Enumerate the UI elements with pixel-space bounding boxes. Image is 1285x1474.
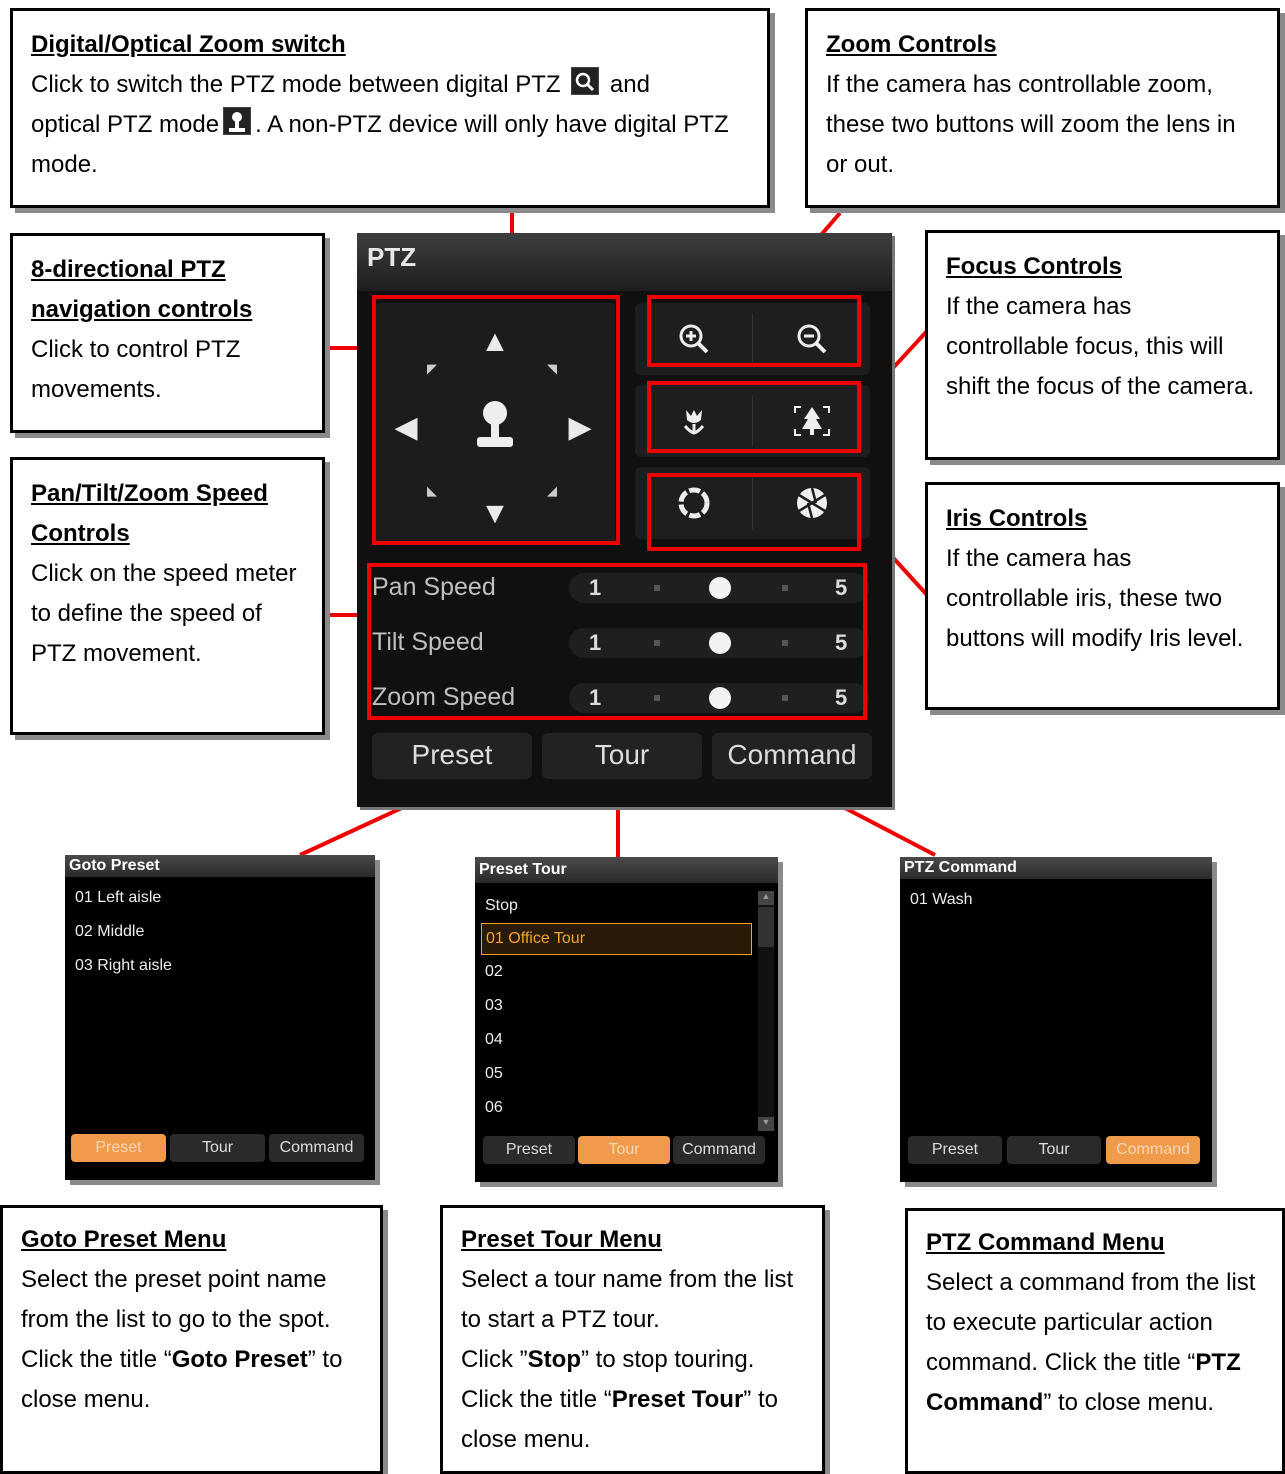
tour-tab-button[interactable]: Tour <box>542 733 702 779</box>
command-tab[interactable]: Command <box>673 1136 765 1164</box>
callout-title: Goto Preset Menu <box>21 1226 227 1253</box>
preset-tab[interactable]: Preset <box>908 1136 1002 1164</box>
preset-tab[interactable]: Preset <box>71 1134 166 1162</box>
callout-title: Preset Tour Menu <box>461 1226 662 1253</box>
ptz-command-menu: PTZ Command 01 Wash Preset Tour Command <box>900 857 1212 1182</box>
callout-title: Digital/Optical Zoom switch <box>31 31 346 58</box>
command-tab[interactable]: Command <box>1106 1136 1200 1164</box>
menu-title[interactable]: PTZ Command <box>900 857 1212 879</box>
callout-title: PTZ Command Menu <box>926 1229 1165 1256</box>
menu-title[interactable]: Preset Tour <box>475 857 778 883</box>
callout-text: optical PTZ mode <box>31 111 220 138</box>
callout-focus-controls: Focus Controls If the camera has control… <box>925 230 1280 460</box>
callout-ptz-command: PTZ Command Menu Select a command from t… <box>905 1208 1285 1474</box>
preset-tour-menu: Preset Tour Stop 01 Office Tour 02 03 04… <box>475 857 778 1182</box>
callout-text: If the camera has controllable focus, th… <box>946 293 1255 400</box>
callout-text: If the camera has controllable zoom, the… <box>826 71 1236 178</box>
callout-title: Pan/Tilt/Zoom Speed Controls <box>31 480 268 547</box>
scrollbar[interactable]: ▲ ▼ <box>758 891 774 1131</box>
callout-text: Click ” <box>461 1346 528 1373</box>
callout-digital-zoom: Digital/Optical Zoom switch Click to swi… <box>10 8 770 208</box>
list-item[interactable]: 03 Right aisle <box>65 949 375 983</box>
callout-text: Click on the speed meter to define the s… <box>31 560 297 667</box>
tour-tab[interactable]: Tour <box>1007 1136 1101 1164</box>
list-item[interactable]: 04 <box>475 1023 752 1057</box>
command-tab-button[interactable]: Command <box>712 733 872 779</box>
digital-ptz-icon <box>571 67 600 95</box>
list-item[interactable]: 02 <box>475 955 752 989</box>
callout-title: Zoom Controls <box>826 31 997 58</box>
menu-title[interactable]: Goto Preset <box>65 855 375 877</box>
callout-goto-preset: Goto Preset Menu Select the preset point… <box>0 1205 383 1474</box>
callout-text: Click to control PTZ movements. <box>31 336 241 403</box>
callout-text: Click to switch the PTZ mode between dig… <box>31 71 561 98</box>
callout-bold: Stop <box>527 1346 581 1373</box>
callout-text: ” to close menu. <box>1043 1389 1215 1416</box>
callout-text: Select a tour name from the list to star… <box>461 1266 794 1333</box>
callout-bold: Preset Tour <box>611 1386 744 1413</box>
tour-tab[interactable]: Tour <box>170 1134 265 1162</box>
callout-preset-tour: Preset Tour Menu Select a tour name from… <box>440 1205 825 1474</box>
scroll-down-icon[interactable]: ▼ <box>758 1117 774 1131</box>
ptz-panel-title: PTZ <box>357 233 892 291</box>
callout-title: Iris Controls <box>946 505 1088 532</box>
list-item[interactable]: 03 <box>475 989 752 1023</box>
list-item[interactable]: 01 Left aisle <box>65 881 375 915</box>
list-item[interactable]: 02 Middle <box>65 915 375 949</box>
optical-ptz-icon <box>223 107 252 135</box>
callout-title: Focus Controls <box>946 253 1123 280</box>
ptz-panel: PTZ ▲ ▼ ◀ ▶ ◤ ◥ ◣ ◢ Pan Speed 1 5 Tilt S… <box>357 233 892 807</box>
callout-text: If the camera has controllable iris, the… <box>946 545 1244 652</box>
callout-title: 8-directional PTZ navigation controls <box>31 256 253 323</box>
callout-speed-controls: Pan/Tilt/Zoom Speed Controls Click on th… <box>10 457 325 735</box>
callout-nav-controls: 8-directional PTZ navigation controls Cl… <box>10 233 325 433</box>
goto-preset-menu: Goto Preset 01 Left aisle 02 Middle 03 R… <box>65 855 375 1180</box>
callout-bold: Goto Preset <box>171 1346 308 1373</box>
callout-zoom-controls: Zoom Controls If the camera has controll… <box>805 8 1280 208</box>
list-item[interactable]: Stop <box>475 889 752 923</box>
callout-text: and <box>609 71 650 98</box>
scroll-thumb[interactable] <box>758 907 774 947</box>
scroll-up-icon[interactable]: ▲ <box>758 891 774 905</box>
tour-tab[interactable]: Tour <box>578 1136 670 1164</box>
list-item[interactable]: 06 <box>475 1091 752 1125</box>
list-item[interactable]: 05 <box>475 1057 752 1091</box>
list-item[interactable]: 01 Wash <box>900 883 1212 917</box>
preset-tab[interactable]: Preset <box>483 1136 575 1164</box>
preset-tab-button[interactable]: Preset <box>372 733 532 779</box>
callout-iris-controls: Iris Controls If the camera has controll… <box>925 482 1280 710</box>
list-item-selected[interactable]: 01 Office Tour <box>481 923 752 955</box>
command-tab[interactable]: Command <box>269 1134 364 1162</box>
